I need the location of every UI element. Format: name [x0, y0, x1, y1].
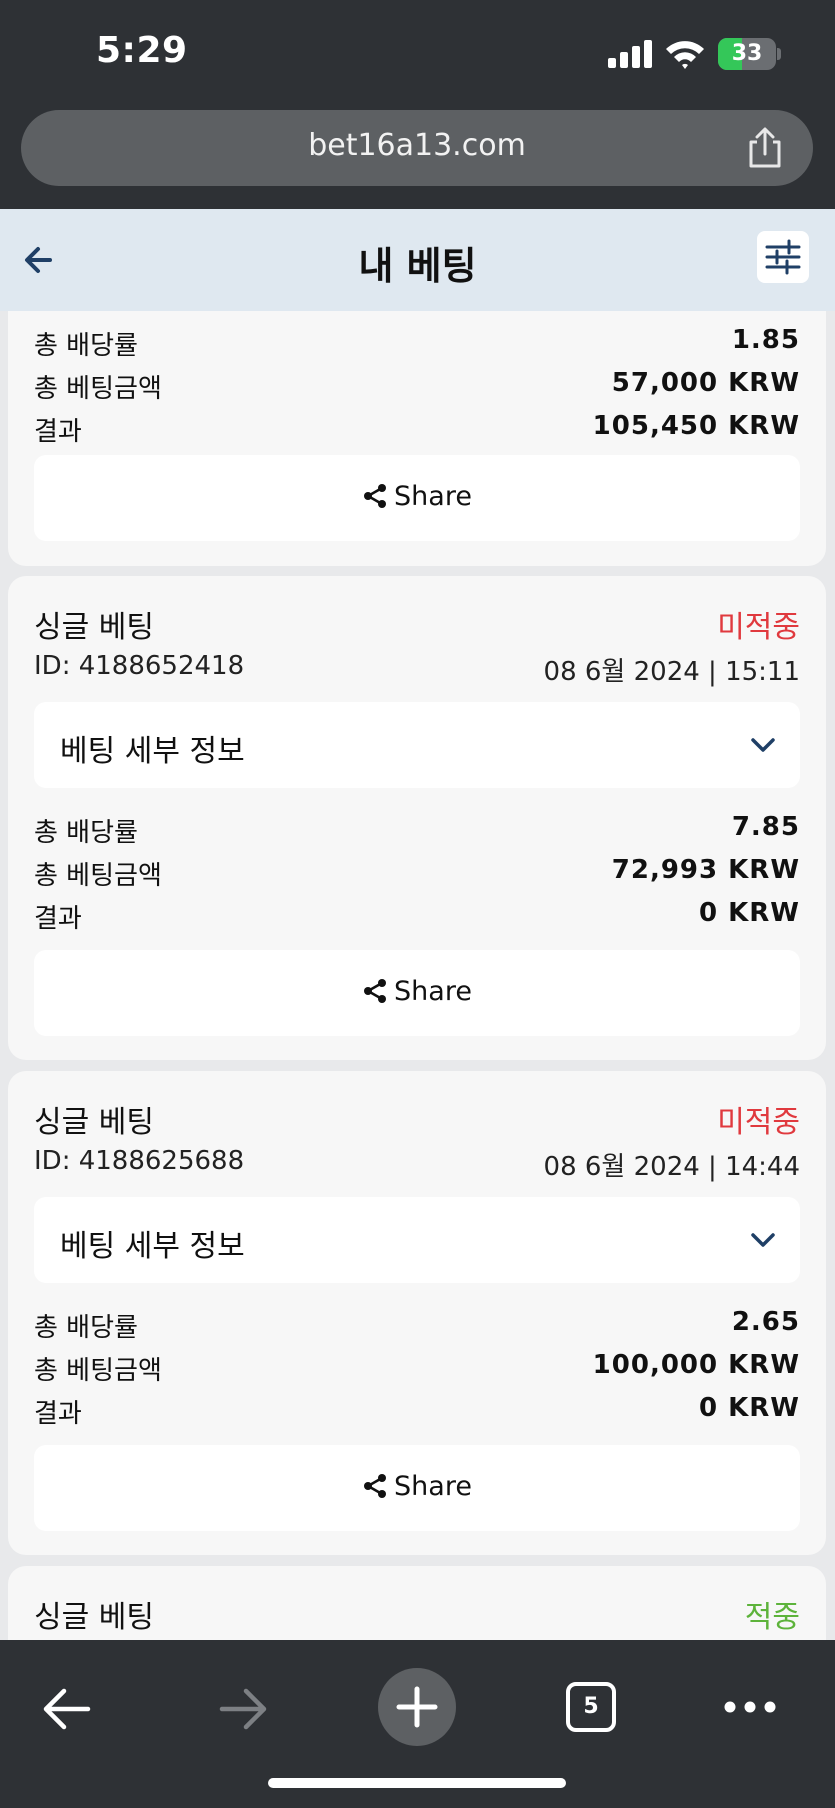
stake-value: 57,000 KRW	[611, 368, 800, 398]
stake-label: 총 베팅금액	[34, 1356, 162, 1386]
battery-icon: 33	[718, 38, 776, 70]
bet-date: 08 6월 2024 | 14:44	[543, 1152, 800, 1182]
status-time: 5:29	[96, 30, 188, 71]
result-row: 결과 0 KRW	[34, 894, 800, 934]
status-bar: 5:29 33	[0, 0, 835, 106]
share-button[interactable]: Share	[34, 455, 800, 541]
result-label: 결과	[34, 417, 82, 447]
plus-icon	[396, 1686, 438, 1728]
odds-label: 총 배당률	[34, 1313, 138, 1343]
bet-id: ID: 4188625688	[34, 1146, 245, 1176]
odds-value: 2.65	[731, 1307, 800, 1337]
tabs-button[interactable]: 5	[566, 1682, 616, 1732]
share-button[interactable]: Share	[34, 950, 800, 1036]
bet-card: 싱글 베팅 미적중 ID: 4188625688 08 6월 2024 | 14…	[8, 1071, 826, 1555]
stake-label: 총 베팅금액	[34, 861, 162, 891]
stake-row: 총 베팅금액 72,993 KRW	[34, 851, 800, 891]
result-row: 결과 105,450 KRW	[34, 407, 800, 447]
details-label: 베팅 세부 정보	[60, 1229, 245, 1264]
stake-row: 총 베팅금액 57,000 KRW	[34, 364, 800, 404]
bet-card: 총 배당률 1.85 총 베팅금액 57,000 KRW 결과 105,450 …	[8, 311, 826, 566]
home-indicator	[268, 1778, 566, 1788]
stake-value: 100,000 KRW	[592, 1350, 800, 1380]
bet-type: 싱글 베팅	[34, 1600, 154, 1635]
sliders-icon	[765, 239, 801, 275]
bet-status: 미적중	[717, 1105, 800, 1140]
more-icon[interactable]	[722, 1696, 778, 1718]
stake-row: 총 베팅금액 100,000 KRW	[34, 1346, 800, 1386]
stake-value: 72,993 KRW	[611, 855, 800, 885]
share-label: Share	[394, 976, 472, 1007]
share-box-icon[interactable]	[743, 126, 787, 170]
bet-details-dropdown[interactable]: 베팅 세부 정보	[34, 1197, 800, 1283]
result-row: 결과 0 KRW	[34, 1389, 800, 1429]
filter-button[interactable]	[757, 231, 809, 283]
details-label: 베팅 세부 정보	[60, 734, 245, 769]
bet-status: 적중	[744, 1600, 800, 1635]
share-nodes-icon	[364, 979, 387, 1003]
odds-row: 총 배당률 1.85	[34, 321, 800, 361]
bet-date: 08 6월 2024 | 15:11	[543, 657, 800, 687]
chevron-down-icon	[751, 1233, 775, 1247]
bet-card: 싱글 베팅 미적중 ID: 4188652418 08 6월 2024 | 15…	[8, 576, 826, 1060]
forward-arrow-icon	[219, 1688, 267, 1730]
new-tab-button[interactable]	[378, 1668, 456, 1746]
bet-status: 미적중	[717, 610, 800, 645]
odds-label: 총 배당률	[34, 818, 138, 848]
share-button[interactable]: Share	[34, 1445, 800, 1531]
share-label: Share	[394, 481, 472, 512]
url-text: bet16a13.com	[308, 128, 526, 163]
result-value: 0 KRW	[699, 898, 800, 928]
chevron-down-icon	[751, 738, 775, 752]
bet-type: 싱글 베팅	[34, 1105, 154, 1140]
odds-row: 총 배당률 7.85	[34, 808, 800, 848]
battery-percent: 33	[731, 41, 763, 66]
odds-value: 7.85	[731, 812, 800, 842]
back-arrow-icon[interactable]	[40, 1684, 94, 1734]
odds-row: 총 배당률 2.65	[34, 1303, 800, 1343]
page-title: 내 베팅	[358, 244, 477, 288]
result-label: 결과	[34, 1399, 82, 1429]
share-nodes-icon	[364, 1474, 387, 1498]
address-bar[interactable]: bet16a13.com	[21, 110, 813, 186]
tab-count: 5	[583, 1694, 599, 1719]
wifi-icon	[666, 41, 704, 69]
result-value: 105,450 KRW	[592, 411, 800, 441]
bet-type: 싱글 베팅	[34, 610, 154, 645]
cellular-signal-icon	[608, 40, 652, 68]
stake-label: 총 베팅금액	[34, 374, 162, 404]
bet-id: ID: 4188652418	[34, 651, 245, 681]
bet-list[interactable]: 총 배당률 1.85 총 베팅금액 57,000 KRW 결과 105,450 …	[0, 311, 835, 1640]
share-label: Share	[394, 1471, 472, 1502]
share-nodes-icon	[364, 484, 387, 508]
odds-label: 총 배당률	[34, 331, 138, 361]
bet-details-dropdown[interactable]: 베팅 세부 정보	[34, 702, 800, 788]
result-label: 결과	[34, 904, 82, 934]
odds-value: 1.85	[731, 325, 800, 355]
app-header: 내 베팅	[0, 209, 835, 311]
result-value: 0 KRW	[699, 1393, 800, 1423]
bet-card: 싱글 베팅 적중	[8, 1566, 826, 1640]
